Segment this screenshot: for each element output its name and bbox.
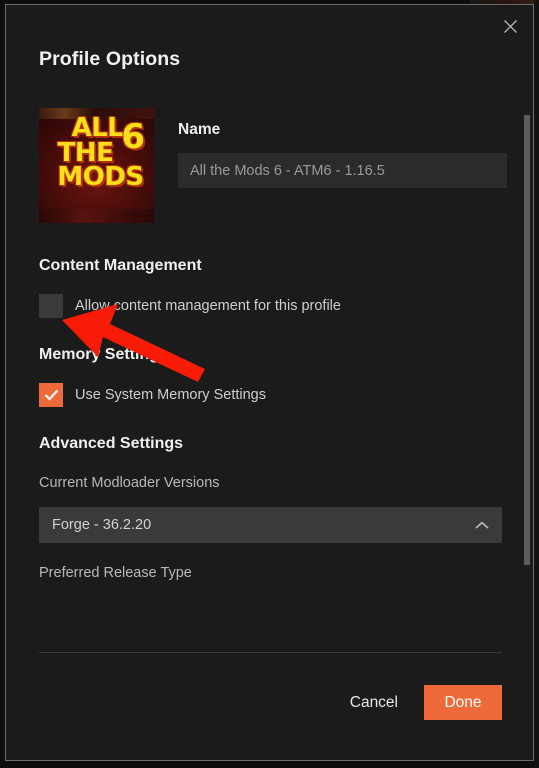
allow-content-management-row[interactable]: Allow content management for this profil… (39, 294, 502, 318)
modloader-version-dropdown[interactable]: Forge - 36.2.20 (39, 507, 502, 543)
modloader-version-value: Forge - 36.2.20 (52, 517, 152, 533)
footer-divider (39, 652, 502, 653)
use-system-memory-row[interactable]: Use System Memory Settings (39, 383, 502, 407)
thumbnail-badge: 6 (121, 117, 145, 157)
content-management-heading: Content Management (39, 257, 202, 274)
dialog-title: Profile Options (39, 48, 181, 70)
dialog-scroll-body[interactable]: ALL THE MODS 6 Name Content Management (6, 93, 533, 651)
advanced-settings-heading: Advanced Settings (39, 435, 184, 452)
chevron-up-icon (475, 521, 489, 530)
allow-content-management-checkbox[interactable] (39, 294, 63, 318)
name-block: Name (154, 108, 507, 188)
name-label: Name (178, 121, 221, 138)
thumbnail-line-3: MODS (57, 162, 144, 193)
thumbnail-bottom-strip (39, 209, 154, 223)
preferred-release-type-label: Preferred Release Type (39, 565, 192, 581)
cancel-button[interactable]: Cancel (346, 686, 402, 720)
profile-row: ALL THE MODS 6 Name (39, 93, 507, 223)
use-system-memory-label: Use System Memory Settings (75, 387, 266, 403)
background-edge-right (534, 0, 539, 768)
done-button[interactable]: Done (424, 685, 502, 720)
profile-options-dialog: Profile Options ALL THE MODS 6 Name All … (5, 4, 534, 761)
modloader-versions-label: Current Modloader Versions (39, 475, 220, 491)
profile-name-input[interactable] (178, 153, 507, 188)
close-icon[interactable] (498, 14, 522, 38)
dialog-scrollbar-track[interactable] (523, 93, 531, 651)
allow-content-management-label: Allow content management for this profil… (75, 298, 341, 314)
profile-thumbnail[interactable]: ALL THE MODS 6 (39, 108, 154, 223)
dialog-scrollbar-thumb[interactable] (524, 115, 530, 565)
dialog-footer: Cancel Done (6, 685, 533, 720)
memory-settings-heading: Memory Settings (39, 346, 168, 363)
dialog-content: ALL THE MODS 6 Name Content Management (6, 93, 533, 651)
use-system-memory-checkbox[interactable] (39, 383, 63, 407)
screen: Profile Options ALL THE MODS 6 Name All … (0, 0, 539, 768)
